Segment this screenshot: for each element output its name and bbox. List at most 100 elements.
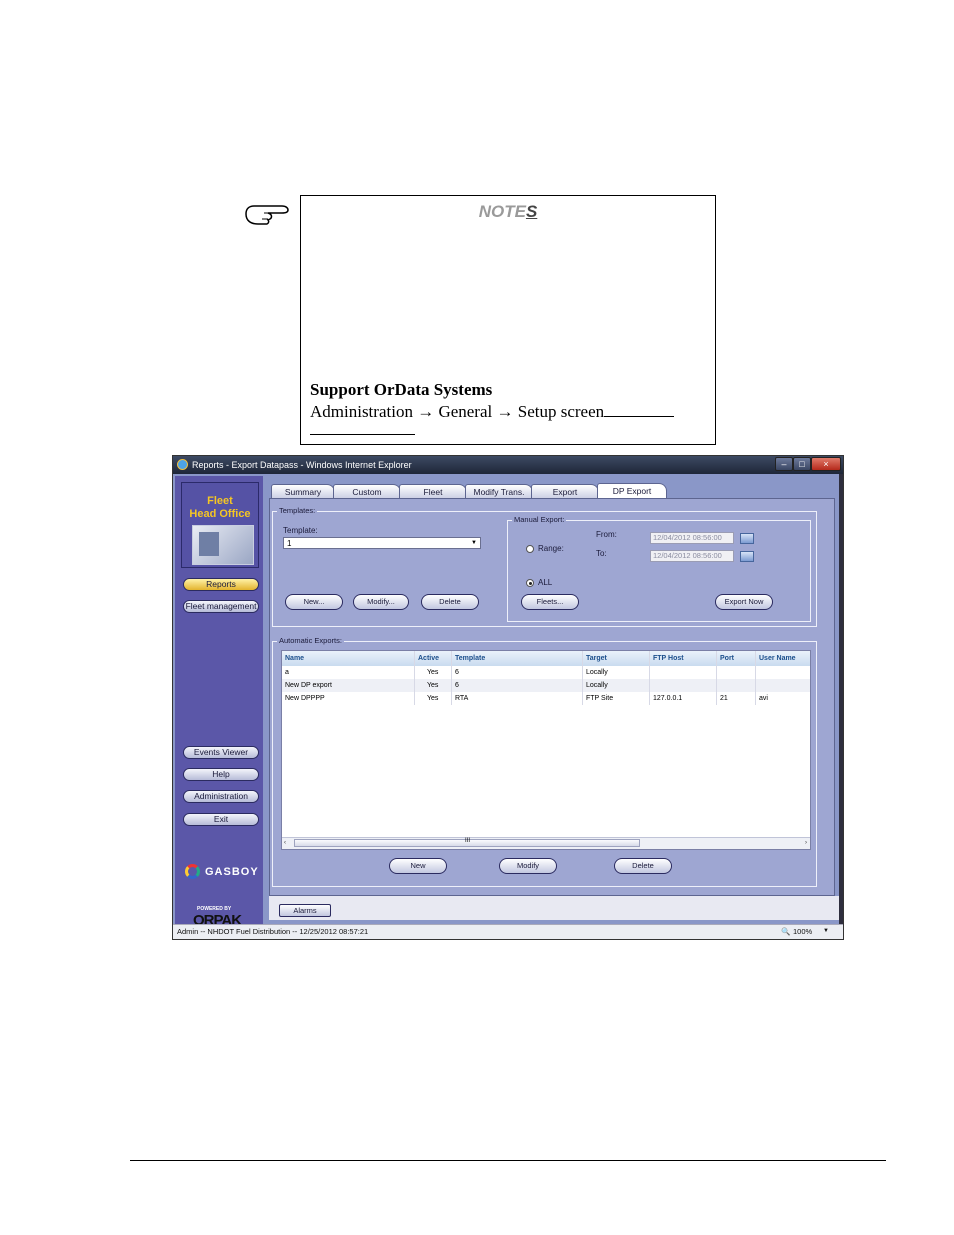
table-header: Name Active Template Target FTP Host Por… bbox=[282, 651, 810, 666]
notes-box: NOTES Support OrData Systems Administrat… bbox=[300, 195, 716, 445]
from-date-input[interactable]: 12/04/2012 08:56:00 bbox=[650, 532, 734, 544]
table-row[interactable]: New DP export Yes 6 Locally bbox=[282, 679, 810, 692]
to-date-input[interactable]: 12/04/2012 08:56:00 bbox=[650, 550, 734, 562]
template-modify-button[interactable]: Modify... bbox=[353, 594, 409, 610]
export-delete-button[interactable]: Delete bbox=[614, 858, 672, 874]
templates-group-label: Templates: bbox=[277, 506, 318, 515]
gasboy-text: GASBOY bbox=[205, 866, 259, 878]
cell-ftp-host bbox=[650, 666, 717, 679]
cell-user-name bbox=[756, 666, 810, 679]
tab-custom[interactable]: Custom bbox=[333, 484, 401, 499]
pointing-hand-icon bbox=[245, 205, 289, 225]
cell-name: New DPPPP bbox=[282, 692, 415, 705]
gasboy-ring-icon bbox=[185, 864, 200, 879]
all-label: ALL bbox=[538, 578, 553, 587]
fleet-head-office-logo: Fleet Head Office bbox=[181, 482, 259, 568]
cell-name: a bbox=[282, 666, 415, 679]
scrollbar-thumb[interactable]: III bbox=[294, 838, 640, 847]
all-radio[interactable] bbox=[526, 579, 534, 587]
internet-explorer-icon bbox=[177, 459, 188, 470]
column-header-port[interactable]: Port bbox=[717, 651, 756, 666]
table-row[interactable]: New DPPPP Yes RTA FTP Site 127.0.0.1 21 … bbox=[282, 692, 810, 705]
window-scrollbar[interactable] bbox=[839, 474, 843, 927]
scroll-right-arrow-icon[interactable]: › bbox=[805, 838, 807, 849]
cell-ftp-host: 127.0.0.1 bbox=[650, 692, 717, 705]
cell-template: 6 bbox=[452, 679, 583, 692]
office-illustration-icon bbox=[192, 525, 254, 565]
export-now-button[interactable]: Export Now bbox=[715, 594, 773, 610]
zoom-level[interactable]: 100% bbox=[793, 925, 812, 938]
cell-target: Locally bbox=[583, 679, 650, 692]
alarms-bar: Alarms bbox=[269, 896, 839, 920]
scrollbar-grip: III bbox=[465, 838, 471, 844]
cell-port bbox=[717, 666, 756, 679]
minimize-button[interactable]: – bbox=[775, 457, 793, 471]
to-label: To: bbox=[596, 549, 607, 558]
export-new-button[interactable]: New bbox=[389, 858, 447, 874]
scroll-left-arrow-icon[interactable]: ‹ bbox=[284, 838, 286, 849]
cell-port bbox=[717, 679, 756, 692]
cell-user-name bbox=[756, 679, 810, 692]
tab-dp-export[interactable]: DP Export bbox=[597, 483, 667, 499]
range-radio[interactable] bbox=[526, 545, 534, 553]
browser-window: Reports - Export Datapass - Windows Inte… bbox=[172, 455, 844, 940]
cell-active: Yes bbox=[415, 692, 452, 705]
cell-user-name: avi bbox=[756, 692, 810, 705]
notes-blank-line bbox=[310, 434, 415, 435]
cell-ftp-host bbox=[650, 679, 717, 692]
fleets-button[interactable]: Fleets... bbox=[521, 594, 579, 610]
gasboy-logo: GASBOY bbox=[183, 862, 261, 882]
cell-active: Yes bbox=[415, 666, 452, 679]
column-header-ftp-host[interactable]: FTP Host bbox=[650, 651, 717, 666]
export-modify-button[interactable]: Modify bbox=[499, 858, 557, 874]
sidebar-item-administration[interactable]: Administration bbox=[183, 790, 259, 803]
close-button[interactable]: × bbox=[811, 457, 841, 471]
main-content: Summary Custom Fleet Modify Trans. Expor… bbox=[269, 476, 839, 896]
cell-template: 6 bbox=[452, 666, 583, 679]
sidebar-item-events-viewer[interactable]: Events Viewer bbox=[183, 746, 259, 759]
column-header-user-name[interactable]: User Name bbox=[756, 651, 810, 666]
column-header-template[interactable]: Template bbox=[452, 651, 583, 666]
alarms-button[interactable]: Alarms bbox=[279, 904, 331, 917]
automatic-exports-group: Automatic Exports: Name Active Template … bbox=[272, 636, 817, 887]
template-select[interactable]: 1 ▼ bbox=[283, 537, 481, 549]
tab-fleet[interactable]: Fleet bbox=[399, 484, 467, 499]
range-label: Range: bbox=[538, 544, 564, 553]
template-label: Template: bbox=[283, 526, 318, 535]
cell-name: New DP export bbox=[282, 679, 415, 692]
calendar-icon[interactable] bbox=[740, 533, 754, 544]
notes-heading: Support OrData Systems bbox=[310, 380, 493, 399]
column-header-active[interactable]: Active bbox=[415, 651, 452, 666]
cell-port: 21 bbox=[717, 692, 756, 705]
automatic-exports-table: Name Active Template Target FTP Host Por… bbox=[281, 650, 811, 850]
templates-group: Templates: Template: 1 ▼ New... Modify..… bbox=[272, 506, 817, 627]
sidebar-item-fleet-management[interactable]: Fleet management bbox=[183, 600, 259, 613]
zoom-icon[interactable]: 🔍 bbox=[781, 925, 790, 938]
table-row[interactable]: a Yes 6 Locally bbox=[282, 666, 810, 679]
sidebar-item-exit[interactable]: Exit bbox=[183, 813, 259, 826]
from-label: From: bbox=[596, 530, 617, 539]
zoom-dropdown-icon[interactable]: ▼ bbox=[823, 925, 829, 938]
logo-line-1: Fleet bbox=[207, 495, 233, 507]
logo-line-2: Head Office bbox=[189, 508, 251, 520]
sidebar-item-reports[interactable]: Reports bbox=[183, 578, 259, 591]
tab-export[interactable]: Export bbox=[531, 484, 599, 499]
page-footer-rule bbox=[130, 1160, 886, 1161]
window-titlebar[interactable]: Reports - Export Datapass - Windows Inte… bbox=[173, 456, 843, 474]
column-header-name[interactable]: Name bbox=[282, 651, 415, 666]
column-header-target[interactable]: Target bbox=[583, 651, 650, 666]
template-new-button[interactable]: New... bbox=[285, 594, 343, 610]
sidebar-item-help[interactable]: Help bbox=[183, 768, 259, 781]
tab-modify-trans[interactable]: Modify Trans. bbox=[465, 484, 533, 499]
manual-export-group-label: Manual Export: bbox=[512, 515, 567, 524]
notes-path-line: Administration → General → Setup screen bbox=[310, 402, 675, 422]
cell-target: Locally bbox=[583, 666, 650, 679]
maximize-button[interactable]: □ bbox=[793, 457, 811, 471]
horizontal-scrollbar[interactable]: ‹ III › bbox=[282, 837, 810, 849]
manual-export-group: Manual Export: From: 12/04/2012 08:56:00… bbox=[507, 515, 811, 622]
tab-summary[interactable]: Summary bbox=[271, 484, 335, 499]
cell-target: FTP Site bbox=[583, 692, 650, 705]
template-delete-button[interactable]: Delete bbox=[421, 594, 479, 610]
calendar-icon[interactable] bbox=[740, 551, 754, 562]
template-select-value: 1 bbox=[287, 539, 292, 548]
